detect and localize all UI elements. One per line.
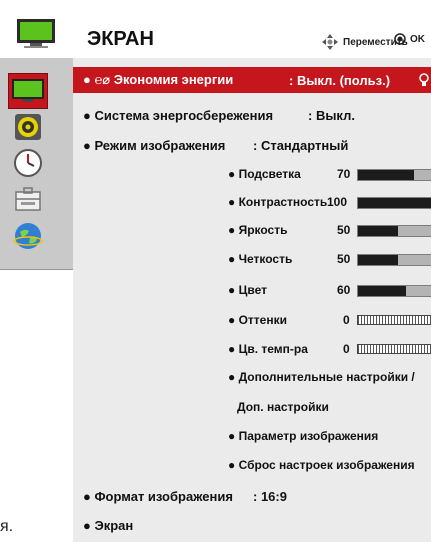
brightness-value: 50 — [337, 223, 351, 237]
osd-screen: ЭКРАН Переместить OK ● ℮⌀ Экономия энерг… — [0, 0, 431, 542]
menu-item-picture-reset[interactable]: ● Сброс настроек изображения — [73, 452, 431, 478]
tv-icon — [17, 19, 55, 48]
tint-slider[interactable] — [357, 315, 431, 325]
ok-hint: OK — [394, 33, 425, 45]
sidebar-item-network[interactable] — [9, 219, 47, 253]
header: ЭКРАН Переместить OK — [73, 0, 431, 59]
tint-value: 0 — [343, 313, 350, 327]
menu-item-color-temp[interactable]: ● Цв. темп-ра 0 — [73, 336, 431, 362]
menu-item-contrast[interactable]: ● Контрастность 100 — [73, 189, 431, 215]
menu-item-advanced-sub[interactable]: Доп. настройки — [73, 394, 431, 420]
ok-button-icon — [394, 33, 406, 45]
sidebar-header — [0, 0, 73, 58]
menu-item-picture-mode[interactable]: ● Режим изображения : Стандартный — [73, 132, 431, 158]
sidebar — [0, 0, 74, 270]
bulb-icon — [419, 73, 429, 86]
backlight-value: 70 — [337, 167, 351, 181]
contrast-label: ● Контрастность — [228, 195, 328, 209]
picture-reset-label: ● Сброс настроек изображения — [228, 458, 415, 472]
sidebar-item-option[interactable] — [9, 182, 47, 216]
picture-menu: ● ℮⌀ Экономия энергии : Выкл. (польз.) ●… — [73, 58, 431, 542]
menu-item-energy-saving[interactable]: ● ℮⌀ Экономия энергии : Выкл. (польз.) — [73, 67, 431, 93]
brightness-slider[interactable] — [357, 225, 431, 237]
picture-mode-label: ● Режим изображения — [83, 137, 226, 153]
menu-item-backlight[interactable]: ● Подсветка 70 — [73, 161, 431, 187]
menu-item-tint[interactable]: ● Оттенки 0 — [73, 307, 431, 333]
aspect-ratio-value: : 16:9 — [253, 488, 287, 504]
color-temp-label: ● Цв. темп-ра — [228, 342, 308, 356]
globe-icon — [13, 223, 43, 249]
menu-item-power-system[interactable]: ● Система энергосбережения : Выкл. — [73, 102, 431, 128]
color-temp-slider[interactable] — [357, 344, 431, 354]
sound-icon — [15, 114, 41, 140]
color-slider[interactable] — [357, 285, 431, 297]
page-title: ЭКРАН — [87, 28, 154, 50]
menu-item-picture-option[interactable]: ● Параметр изображения — [73, 423, 431, 449]
sharpness-label: ● Четкость — [228, 252, 293, 266]
advanced-sub-label: Доп. настройки — [237, 400, 329, 414]
brightness-label: ● Яркость — [228, 223, 288, 237]
sharpness-value: 50 — [337, 252, 351, 266]
color-temp-value: 0 — [343, 342, 350, 356]
picture-mode-value: : Стандартный — [253, 137, 349, 153]
energy-saving-label: ● ℮⌀ Экономия энергии — [83, 72, 234, 87]
menu-item-color[interactable]: ● Цвет 60 — [73, 277, 431, 303]
power-system-value: : Выкл. — [308, 107, 355, 123]
sidebar-item-time[interactable] — [9, 146, 47, 180]
navigation-arrows-icon — [322, 34, 338, 50]
power-system-label: ● Система энергосбережения — [83, 107, 274, 123]
backlight-label: ● Подсветка — [228, 167, 301, 181]
color-value: 60 — [337, 283, 351, 297]
aspect-ratio-label: ● Формат изображения — [83, 488, 233, 504]
sidebar-item-sound[interactable] — [9, 110, 47, 144]
picture-icon — [12, 79, 44, 102]
partial-text: я. — [0, 518, 14, 535]
picture-option-label: ● Параметр изображения — [228, 429, 379, 443]
menu-item-advanced[interactable]: ● Дополнительные настройки / — [73, 364, 431, 390]
menu-item-screen[interactable]: ● Экран — [73, 512, 431, 538]
contrast-value: 100 — [327, 195, 348, 209]
energy-saving-value: : Выкл. (польз.) — [289, 72, 391, 88]
tint-label: ● Оттенки — [228, 313, 287, 327]
screen-label: ● Экран — [83, 517, 134, 533]
contrast-slider[interactable] — [357, 197, 431, 209]
sharpness-slider[interactable] — [357, 254, 431, 266]
toolbox-icon — [15, 187, 41, 211]
sidebar-item-picture[interactable] — [8, 73, 48, 109]
backlight-slider[interactable] — [357, 169, 431, 181]
menu-item-aspect-ratio[interactable]: ● Формат изображения : 16:9 — [73, 483, 431, 509]
advanced-label: ● Дополнительные настройки / — [228, 370, 415, 384]
ok-hint-label: OK — [410, 33, 425, 45]
clock-icon — [14, 149, 42, 177]
menu-item-sharpness[interactable]: ● Четкость 50 — [73, 246, 431, 272]
color-label: ● Цвет — [228, 283, 267, 297]
menu-item-brightness[interactable]: ● Яркость 50 — [73, 217, 431, 243]
